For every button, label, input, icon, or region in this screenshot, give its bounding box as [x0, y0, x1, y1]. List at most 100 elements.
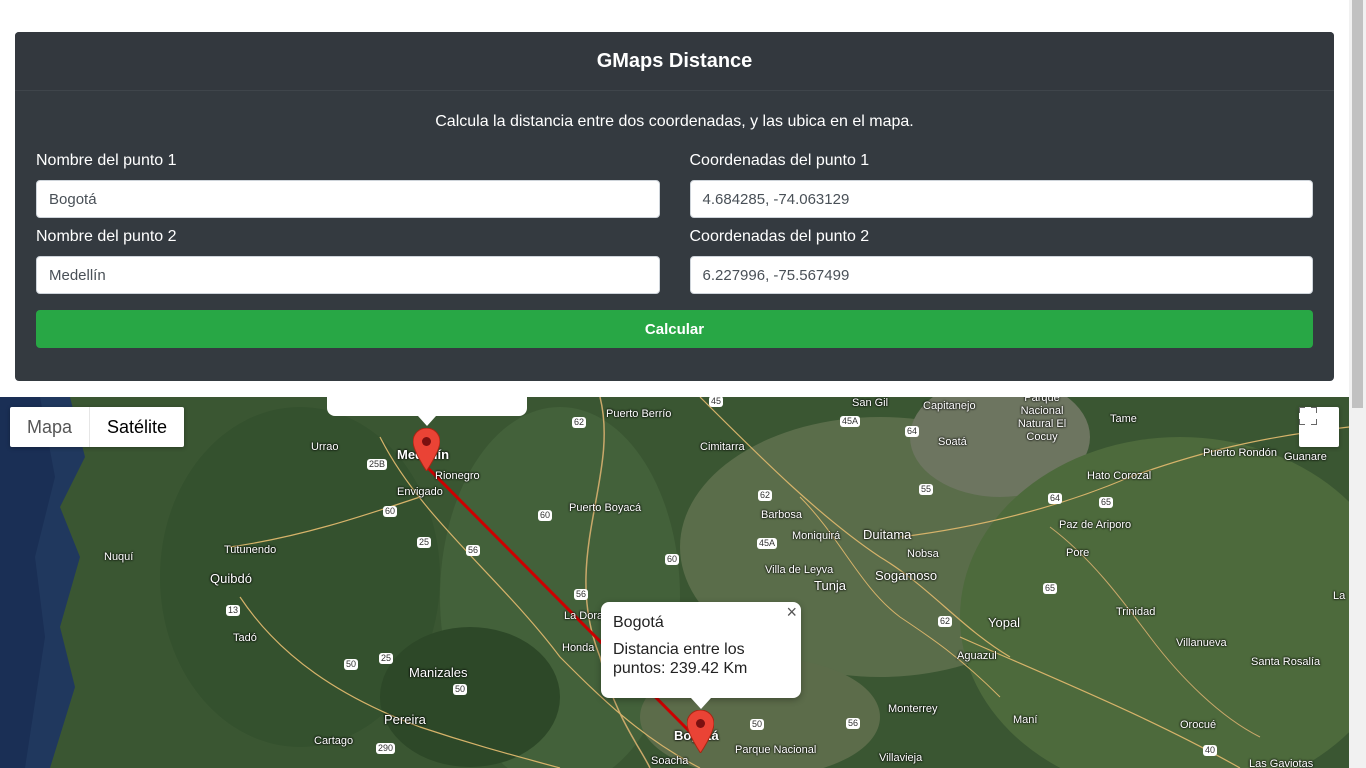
infowindow-medellin-tail: [418, 416, 436, 426]
place-label: Moniquirá: [792, 530, 841, 542]
marker-pin-icon[interactable]: [413, 428, 440, 471]
road-shield: 50: [453, 684, 468, 695]
place-label: Monterrey: [888, 703, 938, 715]
place-label: Pereira: [384, 712, 426, 727]
place-label: Honda: [562, 642, 595, 654]
road-shield: 56: [846, 718, 861, 729]
point2-name-group: Nombre del punto 2 Medellín: [36, 218, 660, 294]
map-type-map-button[interactable]: Mapa: [10, 407, 91, 447]
place-label: Tame: [1110, 413, 1137, 425]
road-shield: 25: [417, 537, 432, 548]
place-label: Puerto Boyacá: [569, 502, 642, 514]
road-shield: 45A: [757, 538, 778, 549]
place-label: Barbosa: [761, 509, 802, 521]
infowindow-tail: [691, 698, 711, 709]
form-row-2: Nombre del punto 2 Medellín Coordenadas …: [36, 218, 1313, 294]
marker-pin-icon[interactable]: [687, 710, 714, 753]
map-view[interactable]: Medellín Rionegro Envigado Urrao Puerto …: [0, 397, 1349, 768]
place-label: Tadó: [233, 632, 257, 644]
place-label: Villavieja: [879, 752, 923, 764]
point2-coords-input[interactable]: 6.227996, -75.567499: [689, 256, 1313, 294]
place-label: Parque Nacional: [735, 744, 817, 756]
road-shield: 60: [665, 554, 680, 565]
road-shield: 62: [758, 490, 773, 501]
map-type-satellite-button[interactable]: Satélite: [90, 407, 184, 447]
infowindow-bogota: Bogotá Distancia entre los puntos: 239.4…: [601, 602, 801, 698]
road-shield: 65: [1099, 497, 1114, 508]
place-label: Villa de Leyva: [765, 564, 834, 576]
map-type-control: Mapa Satélite: [10, 407, 185, 447]
infowindow-title: Bogotá: [613, 614, 664, 631]
place-label: Yopal: [988, 615, 1021, 630]
place-label: Nobsa: [907, 548, 939, 560]
place-label: Paz de Ariporo: [1059, 519, 1132, 531]
road-shield: 55: [919, 484, 934, 495]
road-shield: 62: [572, 417, 587, 428]
road-shield: 13: [226, 605, 241, 616]
place-label: Trinidad: [1116, 606, 1156, 618]
road-shield: 45A: [840, 416, 861, 427]
infowindow-medellin: [327, 397, 527, 416]
form-row-1: Nombre del punto 1 Bogotá Coordenadas de…: [36, 133, 1313, 218]
point1-coords-group: Coordenadas del punto 1 4.684285, -74.06…: [689, 133, 1313, 218]
place-label: Cimitarra: [700, 441, 745, 453]
point2-coords-label: Coordenadas del punto 2: [689, 228, 870, 245]
road-shield: 60: [383, 506, 398, 517]
fullscreen-icon: [1299, 407, 1317, 425]
point2-name-label: Nombre del punto 2: [36, 228, 177, 245]
road-shield: 40: [1203, 745, 1218, 756]
place-label: San Gil: [852, 397, 889, 409]
place-label: Nuquí: [104, 551, 134, 563]
infowindow-distance-text: Distancia entre los puntos: 239.42 Km: [613, 641, 748, 677]
place-label: Duitama: [863, 527, 912, 542]
calculate-button[interactable]: Calcular: [36, 310, 1313, 348]
place-label: Cartago: [314, 735, 354, 747]
place-label: Puerto Berrío: [606, 408, 672, 420]
page-scrollbar[interactable]: [1349, 0, 1366, 768]
road-shield: 65: [1043, 583, 1058, 594]
scrollbar-thumb[interactable]: [1352, 0, 1363, 408]
place-label: Tunja: [814, 578, 847, 593]
point1-coords-input[interactable]: 4.684285, -74.063129: [689, 180, 1313, 218]
place-label: Rionegro: [435, 470, 480, 482]
place-label: Sogamoso: [875, 568, 938, 583]
place-label: Puerto Rondón: [1203, 447, 1277, 459]
place-label: Aguazul: [957, 650, 997, 662]
place-label: Manizales: [409, 665, 468, 680]
road-shield: 50: [750, 719, 765, 730]
place-label: Capitanejo: [923, 400, 976, 412]
page-title: GMaps Distance: [15, 32, 1334, 91]
road-shield: 64: [1048, 493, 1063, 504]
place-label: Tutunendo: [224, 544, 277, 556]
road-shield: 64: [905, 426, 920, 437]
fullscreen-button[interactable]: [1299, 407, 1339, 447]
point1-name-label: Nombre del punto 1: [36, 152, 177, 169]
place-label: La: [1333, 590, 1346, 602]
place-label: Quibdó: [210, 571, 252, 586]
place-label: Urrao: [311, 441, 339, 453]
place-label: La Dora: [564, 610, 604, 622]
road-shield: 60: [538, 510, 553, 521]
page-subtitle: Calcula la distancia entre dos coordenad…: [435, 113, 914, 130]
road-shield: 50: [344, 659, 359, 670]
calculator-card: GMaps Distance Calcula la distancia entr…: [15, 32, 1334, 381]
place-label: Hato Corozal: [1087, 470, 1152, 482]
satellite-terrain: [0, 397, 1349, 768]
road-shield: 25B: [367, 459, 388, 470]
point1-coords-label: Coordenadas del punto 1: [689, 152, 870, 169]
place-label: Parque Nacional Natural El Cocuy: [1017, 397, 1067, 443]
place-label: Maní: [1013, 714, 1038, 726]
place-label: Santa Rosalía: [1251, 656, 1321, 668]
point1-name-input[interactable]: Bogotá: [36, 180, 660, 218]
road-shield: 62: [938, 616, 953, 627]
place-label: Guanare: [1284, 451, 1327, 463]
road-shield: 25: [379, 653, 394, 664]
place-label: Soatá: [938, 436, 967, 448]
close-icon[interactable]: ×: [786, 602, 797, 623]
road-shield: 45: [709, 397, 724, 407]
road-shield: 290: [376, 743, 396, 754]
place-label: Soacha: [651, 755, 689, 767]
place-label: Pore: [1066, 547, 1090, 559]
point2-name-input[interactable]: Medellín: [36, 256, 660, 294]
place-label: Las Gaviotas: [1249, 758, 1314, 768]
